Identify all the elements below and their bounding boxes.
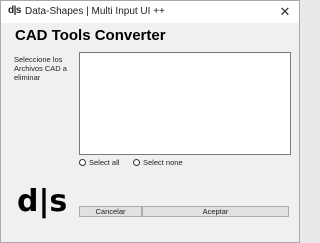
select-none-option[interactable]: Select none: [133, 157, 183, 167]
select-all-option[interactable]: Select all: [79, 157, 119, 167]
close-icon[interactable]: ✕: [273, 1, 297, 23]
title-bar[interactable]: d|s Data-Shapes | Multi Input UI ++ ✕: [1, 1, 299, 23]
window-title: Data-Shapes | Multi Input UI ++: [25, 6, 165, 17]
accept-button[interactable]: Aceptar: [142, 206, 289, 217]
cancel-button[interactable]: Cancelar: [79, 206, 142, 217]
app-logo-icon: d|s: [8, 5, 21, 16]
file-listbox[interactable]: [79, 52, 291, 155]
page-title: CAD Tools Converter: [15, 27, 166, 44]
app-window: d|s Data-Shapes | Multi Input UI ++ ✕ CA…: [0, 0, 300, 243]
select-all-radio[interactable]: [79, 158, 86, 166]
file-list-label: Seleccione los Archivos CAD a eliminar: [14, 55, 67, 82]
select-none-label: Select none: [143, 157, 183, 167]
data-shapes-logo: d|s: [17, 184, 68, 219]
select-all-label: Select all: [89, 157, 120, 167]
select-none-radio[interactable]: [133, 158, 140, 166]
